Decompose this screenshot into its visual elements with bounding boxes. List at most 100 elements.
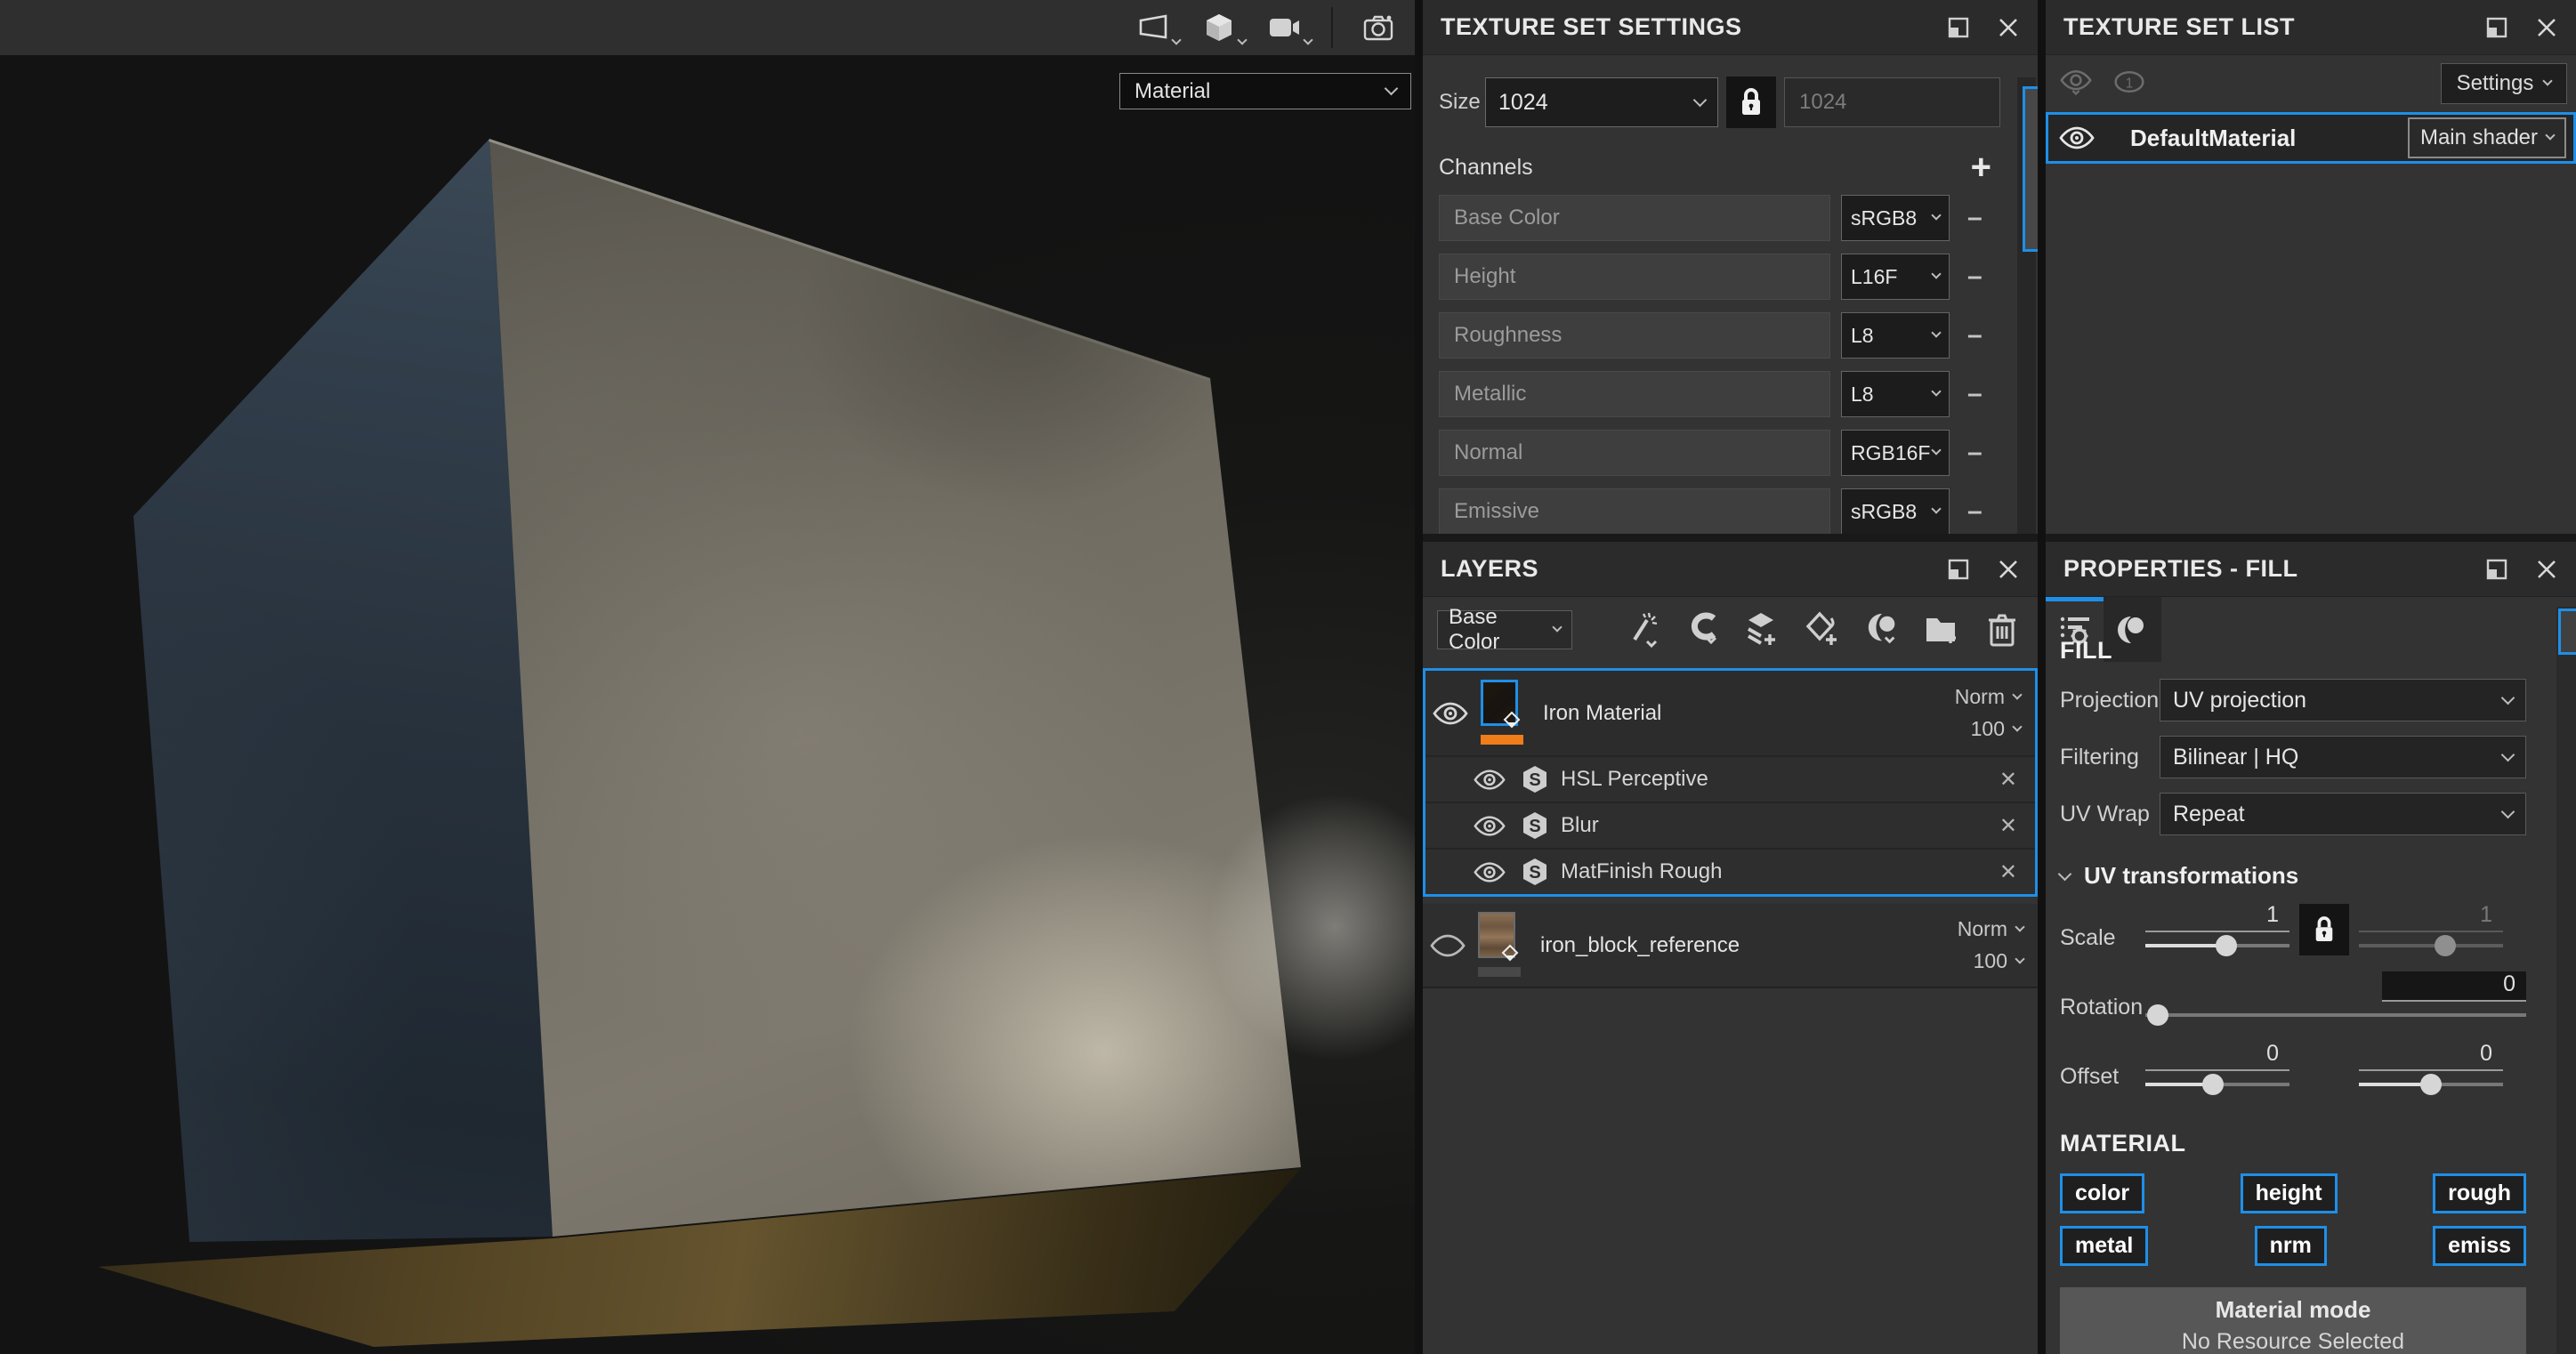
- add-folder-icon[interactable]: [1925, 610, 1960, 649]
- add-fill-layer-icon[interactable]: [1805, 610, 1841, 649]
- remove-effect-icon[interactable]: ✕: [1999, 767, 2035, 793]
- slider-knob[interactable]: [2147, 1004, 2168, 1026]
- remove-channel-icon[interactable]: –: [1967, 496, 1982, 527]
- channel-format-select[interactable]: RGB16F: [1841, 430, 1950, 476]
- close-panel-icon[interactable]: [1995, 556, 2022, 583]
- rotation-value[interactable]: 0: [2382, 971, 2526, 1002]
- layer-visibility-toggle[interactable]: [1423, 932, 1473, 959]
- remove-channel-icon[interactable]: –: [1967, 438, 1982, 468]
- delete-layer-icon[interactable]: [1984, 610, 2020, 649]
- channel-name-field[interactable]: Roughness: [1439, 312, 1830, 359]
- scale-x-value[interactable]: 1: [2145, 902, 2289, 932]
- uv-transformations-toggle[interactable]: UV transformations: [2060, 862, 2555, 890]
- channel-format-select[interactable]: L8: [1841, 371, 1950, 417]
- layer-group-selected[interactable]: Iron Material Norm 100 S HSL Perceptive …: [1423, 668, 2038, 897]
- channel-button-nrm[interactable]: nrm: [2255, 1226, 2327, 1266]
- effect-visibility-toggle[interactable]: [1425, 814, 1511, 838]
- opacity-select[interactable]: 100: [1971, 717, 2021, 741]
- layer-thumbnail[interactable]: [1481, 680, 1518, 726]
- remove-effect-icon[interactable]: ✕: [1999, 813, 2035, 839]
- remove-channel-icon[interactable]: –: [1967, 379, 1982, 409]
- channel-button-color[interactable]: color: [2060, 1173, 2144, 1213]
- scrollbar-thumb[interactable]: [2558, 608, 2576, 655]
- texture-set-name[interactable]: DefaultMaterial: [2130, 125, 2408, 152]
- opacity-select[interactable]: 100: [1974, 949, 2023, 973]
- scale-y-value[interactable]: 1: [2359, 902, 2503, 932]
- slider-knob[interactable]: [2420, 1074, 2442, 1095]
- effect-visibility-toggle[interactable]: [1425, 860, 1511, 884]
- layer-row[interactable]: Iron Material Norm 100: [1425, 671, 2035, 755]
- slider-knob[interactable]: [2202, 1074, 2224, 1095]
- scene-background[interactable]: [0, 55, 1415, 1354]
- column-divider[interactable]: [2038, 0, 2046, 1354]
- channel-button-rough[interactable]: rough: [2433, 1173, 2526, 1213]
- undock-panel-icon[interactable]: [2483, 556, 2510, 583]
- shader-select[interactable]: Main shader: [2408, 117, 2566, 158]
- layer-row[interactable]: iron_block_reference Norm 100: [1423, 904, 2038, 988]
- effect-name[interactable]: MatFinish Rough: [1561, 859, 1999, 884]
- remove-channel-icon[interactable]: –: [1967, 262, 1982, 292]
- channel-name-field[interactable]: Metallic: [1439, 371, 1830, 417]
- visibility-filter-icon[interactable]: [2060, 68, 2092, 101]
- scale-lock-button[interactable]: [2299, 904, 2349, 955]
- uv-wrap-select[interactable]: Repeat: [2160, 793, 2526, 835]
- projection-select[interactable]: UV projection: [2160, 679, 2526, 721]
- filtering-select[interactable]: Bilinear | HQ: [2160, 736, 2526, 778]
- close-panel-icon[interactable]: [1995, 14, 2022, 41]
- blend-mode-select[interactable]: Norm: [1955, 685, 2021, 709]
- texture-set-visibility-toggle[interactable]: [2048, 125, 2105, 151]
- camera-view-icon[interactable]: [1265, 6, 1304, 49]
- remove-channel-icon[interactable]: –: [1967, 203, 1982, 233]
- channel-name-field[interactable]: Normal: [1439, 430, 1830, 476]
- channel-button-emiss[interactable]: emiss: [2433, 1226, 2526, 1266]
- texture-set-settings-button[interactable]: Settings: [2441, 63, 2567, 104]
- perspective-frame-icon[interactable]: [1134, 6, 1173, 49]
- rotation-slider[interactable]: [2145, 1002, 2526, 1028]
- add-layer-icon[interactable]: [1746, 610, 1781, 649]
- blend-mode-select[interactable]: Norm: [1958, 917, 2023, 941]
- slider-knob[interactable]: [2216, 935, 2237, 956]
- add-mask-icon[interactable]: [1865, 610, 1901, 649]
- channel-button-height[interactable]: height: [2241, 1173, 2338, 1213]
- viewport-shading-select[interactable]: Material: [1119, 73, 1411, 109]
- size-lock-button[interactable]: [1726, 77, 1776, 128]
- layer-name[interactable]: iron_block_reference: [1540, 933, 1958, 958]
- scrollbar[interactable]: [2556, 607, 2576, 1354]
- add-channel-icon[interactable]: +: [1971, 154, 1991, 181]
- material-mode-selector[interactable]: Material mode No Resource Selected: [2060, 1287, 2526, 1354]
- slider-knob[interactable]: [2435, 935, 2456, 956]
- channel-name-field[interactable]: Emissive: [1439, 488, 1830, 534]
- undock-panel-icon[interactable]: [2483, 14, 2510, 41]
- screenshot-camera-icon[interactable]: [1360, 6, 1399, 49]
- size-height-field[interactable]: 1024: [1784, 77, 2000, 127]
- channel-name-field[interactable]: Height: [1439, 254, 1830, 300]
- close-panel-icon[interactable]: [2533, 556, 2560, 583]
- layer-thumbnail[interactable]: [1478, 912, 1515, 958]
- effect-row[interactable]: S Blur ✕: [1425, 802, 2035, 848]
- channel-button-metal[interactable]: metal: [2060, 1226, 2148, 1266]
- scrollbar-thumb[interactable]: [2023, 86, 2038, 252]
- remove-channel-icon[interactable]: –: [1967, 320, 1982, 351]
- layers-channel-filter[interactable]: Base Color: [1437, 610, 1572, 649]
- remove-effect-icon[interactable]: ✕: [1999, 859, 2035, 885]
- channel-format-select[interactable]: sRGB8: [1841, 488, 1950, 534]
- column-divider[interactable]: [1415, 0, 1423, 1354]
- mesh-cube-icon[interactable]: [1199, 6, 1239, 49]
- size-select[interactable]: 1024: [1485, 77, 1718, 127]
- effect-name[interactable]: Blur: [1561, 813, 1999, 838]
- texture-set-row-selected[interactable]: DefaultMaterial Main shader: [2046, 112, 2576, 164]
- viewport-3d[interactable]: Material: [0, 0, 1415, 1354]
- offset-y-value[interactable]: 0: [2359, 1041, 2503, 1071]
- channel-format-select[interactable]: sRGB8: [1841, 195, 1950, 241]
- add-effect-icon[interactable]: [1686, 610, 1722, 649]
- effect-row[interactable]: S HSL Perceptive ✕: [1425, 755, 2035, 802]
- channel-name-field[interactable]: Base Color: [1439, 195, 1830, 241]
- scrollbar[interactable]: [2017, 77, 2036, 534]
- channel-format-select[interactable]: L8: [1841, 312, 1950, 359]
- offset-x-value[interactable]: 0: [2145, 1041, 2289, 1071]
- scale-x-slider[interactable]: [2145, 932, 2289, 959]
- single-view-icon[interactable]: 1: [2113, 69, 2145, 100]
- effect-name[interactable]: HSL Perceptive: [1561, 767, 1999, 792]
- undock-panel-icon[interactable]: [1945, 14, 1972, 41]
- effect-visibility-toggle[interactable]: [1425, 768, 1511, 792]
